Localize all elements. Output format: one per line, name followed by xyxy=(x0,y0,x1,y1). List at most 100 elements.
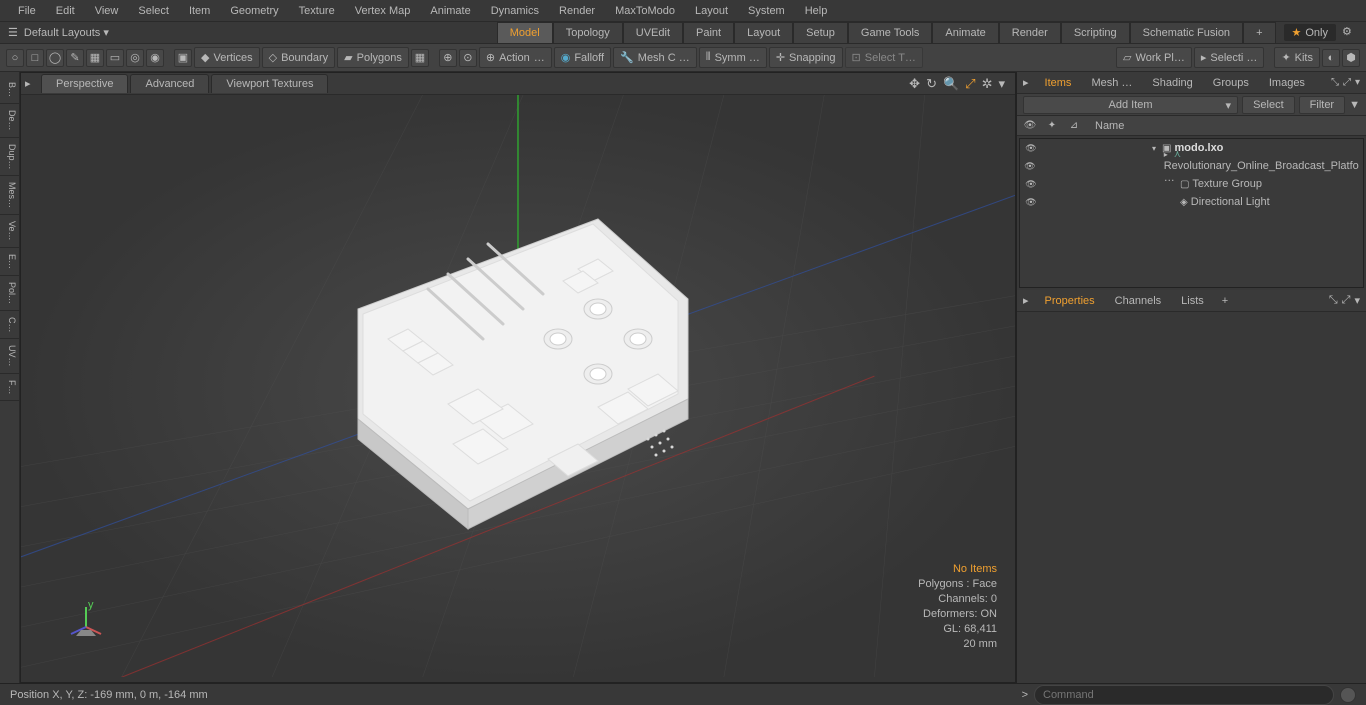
sidetool-3[interactable]: Mes… xyxy=(0,176,19,215)
tree-row-mesh[interactable]: 👁 ▸⋏ Revolutionary_Online_Broadcast_Plat… xyxy=(1020,157,1363,175)
rp-expand-icon[interactable]: ⤡ xyxy=(1331,77,1339,88)
tab-uvedit[interactable]: UVEdit xyxy=(623,22,683,43)
rp-menu-icon[interactable]: ▸ xyxy=(1017,76,1035,89)
eye-icon[interactable]: 👁 xyxy=(1024,143,1038,154)
props-collapse-icon[interactable]: ⤢ xyxy=(1342,294,1351,307)
menu-view[interactable]: View xyxy=(85,1,129,21)
vtab-textures[interactable]: Viewport Textures xyxy=(211,74,328,93)
sidetool-5[interactable]: E… xyxy=(0,248,19,276)
col-lock-icon[interactable]: ✦ xyxy=(1043,120,1061,131)
vtab-advanced[interactable]: Advanced xyxy=(130,74,209,93)
menu-select[interactable]: Select xyxy=(128,1,179,21)
rtab-groups[interactable]: Groups xyxy=(1203,74,1259,92)
sidetool-1[interactable]: De… xyxy=(0,104,19,138)
menu-file[interactable]: File xyxy=(8,1,46,21)
tab-schematicfusion[interactable]: Schematic Fusion xyxy=(1130,22,1243,43)
meshc-dropdown[interactable]: 🔧Mesh C … xyxy=(613,47,697,68)
tab-scripting[interactable]: Scripting xyxy=(1061,22,1130,43)
tool-paint-icon[interactable]: ✎ xyxy=(66,49,84,67)
eye-icon[interactable]: 👁 xyxy=(1024,161,1036,172)
action-dropdown[interactable]: ⊕Action… xyxy=(479,47,552,68)
tool-grid-icon[interactable]: ▦ xyxy=(86,49,104,67)
sidetool-2[interactable]: Dup… xyxy=(0,138,19,177)
rtab-shading[interactable]: Shading xyxy=(1142,74,1202,92)
command-input[interactable] xyxy=(1034,685,1334,705)
snapping-button[interactable]: ✛Snapping xyxy=(769,47,843,68)
falloff-dropdown[interactable]: ◉Falloff xyxy=(554,47,611,68)
menu-vertexmap[interactable]: Vertex Map xyxy=(345,1,421,21)
tab-add[interactable]: + xyxy=(1243,22,1275,43)
menu-help[interactable]: Help xyxy=(795,1,838,21)
rtab-mesh[interactable]: Mesh … xyxy=(1081,74,1142,92)
ptab-channels[interactable]: Channels xyxy=(1105,292,1171,310)
vp-move-icon[interactable]: ✥ xyxy=(909,76,920,92)
viewport-menu-icon[interactable]: ▸ xyxy=(25,77,31,90)
default-layouts-dropdown[interactable]: Default Layouts ▾ xyxy=(24,26,109,39)
sidetool-6[interactable]: Pol… xyxy=(0,276,19,311)
engine2-icon[interactable]: ⬢ xyxy=(1342,49,1360,67)
menu-item[interactable]: Item xyxy=(179,1,220,21)
polygons-mode-button[interactable]: ▰Polygons xyxy=(337,47,409,68)
tool-circle-icon[interactable]: ○ xyxy=(6,49,24,67)
menu-render[interactable]: Render xyxy=(549,1,605,21)
tab-animate[interactable]: Animate xyxy=(932,22,998,43)
tab-render[interactable]: Render xyxy=(999,22,1061,43)
props-close-icon[interactable]: ▾ xyxy=(1354,294,1360,307)
menu-system[interactable]: System xyxy=(738,1,795,21)
vp-maximize-icon[interactable]: ⤢ xyxy=(965,76,975,92)
eye-icon[interactable]: 👁 xyxy=(1024,179,1038,190)
menu-geometry[interactable]: Geometry xyxy=(220,1,288,21)
vtab-perspective[interactable]: Perspective xyxy=(41,74,128,93)
sidetool-9[interactable]: F… xyxy=(0,374,19,402)
rp-collapse-icon[interactable]: ⤢ xyxy=(1343,77,1351,88)
add-item-dropdown[interactable]: Add Item xyxy=(1023,96,1238,114)
selection-dropdown[interactable]: ▸Selecti … xyxy=(1194,47,1265,68)
ptab-lists[interactable]: Lists xyxy=(1171,292,1214,310)
filter-button[interactable]: Filter xyxy=(1299,96,1345,114)
ptab-properties[interactable]: Properties xyxy=(1035,292,1105,310)
vp-dropdown-icon[interactable]: ▾ xyxy=(998,76,1005,92)
engine1-icon[interactable]: ◐ xyxy=(1322,49,1340,67)
tab-layout[interactable]: Layout xyxy=(734,22,793,43)
col-color-icon[interactable]: ⊿ xyxy=(1065,120,1083,131)
tool-loop-icon[interactable]: ◎ xyxy=(126,49,144,67)
tool-lasso-icon[interactable]: ◯ xyxy=(46,49,64,67)
menu-layout[interactable]: Layout xyxy=(685,1,738,21)
axis-gizmo-icon[interactable]: y xyxy=(66,602,106,642)
3d-viewport[interactable]: y No Items Polygons : Face Channels: 0 D… xyxy=(21,95,1015,682)
rtab-images[interactable]: Images xyxy=(1259,74,1315,92)
gear-icon[interactable]: ⚙ xyxy=(1342,25,1358,41)
materials-icon[interactable]: ▦ xyxy=(411,49,429,67)
record-icon[interactable] xyxy=(1340,687,1356,703)
tool-rect-icon[interactable]: □ xyxy=(26,49,44,67)
sidetool-4[interactable]: Ve… xyxy=(0,215,19,248)
center-icon[interactable]: ⊙ xyxy=(459,49,477,67)
props-menu-icon[interactable]: ▸ xyxy=(1017,294,1035,307)
select-button[interactable]: Select xyxy=(1242,96,1295,114)
tab-setup[interactable]: Setup xyxy=(793,22,848,43)
rtab-items[interactable]: Items xyxy=(1035,74,1082,92)
menu-edit[interactable]: Edit xyxy=(46,1,85,21)
col-visibility-icon[interactable]: 👁 xyxy=(1021,120,1039,131)
only-toggle[interactable]: Only xyxy=(1284,24,1337,41)
vp-zoom-icon[interactable]: 🔍 xyxy=(943,76,959,92)
rp-close-icon[interactable]: ▾ xyxy=(1355,77,1360,88)
tab-paint[interactable]: Paint xyxy=(683,22,734,43)
menu-animate[interactable]: Animate xyxy=(420,1,480,21)
kits-button[interactable]: ✦Kits xyxy=(1274,47,1320,68)
sidetool-0[interactable]: B… xyxy=(0,76,19,104)
tool-ring-icon[interactable]: ◉ xyxy=(146,49,164,67)
tab-gametools[interactable]: Game Tools xyxy=(848,22,933,43)
tool-select-icon[interactable]: ▭ xyxy=(106,49,124,67)
tree-row-light[interactable]: 👁 ◈ Directional Light xyxy=(1020,193,1363,211)
items-mode-icon[interactable]: ▣ xyxy=(174,49,192,67)
selectt-dropdown[interactable]: ⊡Select T… xyxy=(845,47,923,68)
vp-rotate-icon[interactable]: ↻ xyxy=(926,76,937,92)
menu-dynamics[interactable]: Dynamics xyxy=(481,1,549,21)
filter-funnel-icon[interactable]: ▼ xyxy=(1349,99,1360,111)
sidetool-7[interactable]: C… xyxy=(0,311,19,340)
vp-options-icon[interactable]: ✲ xyxy=(982,76,993,92)
pivot-icon[interactable]: ⊕ xyxy=(439,49,457,67)
props-expand-icon[interactable]: ⤡ xyxy=(1329,294,1338,307)
symm-dropdown[interactable]: ⦀Symm … xyxy=(699,47,767,68)
